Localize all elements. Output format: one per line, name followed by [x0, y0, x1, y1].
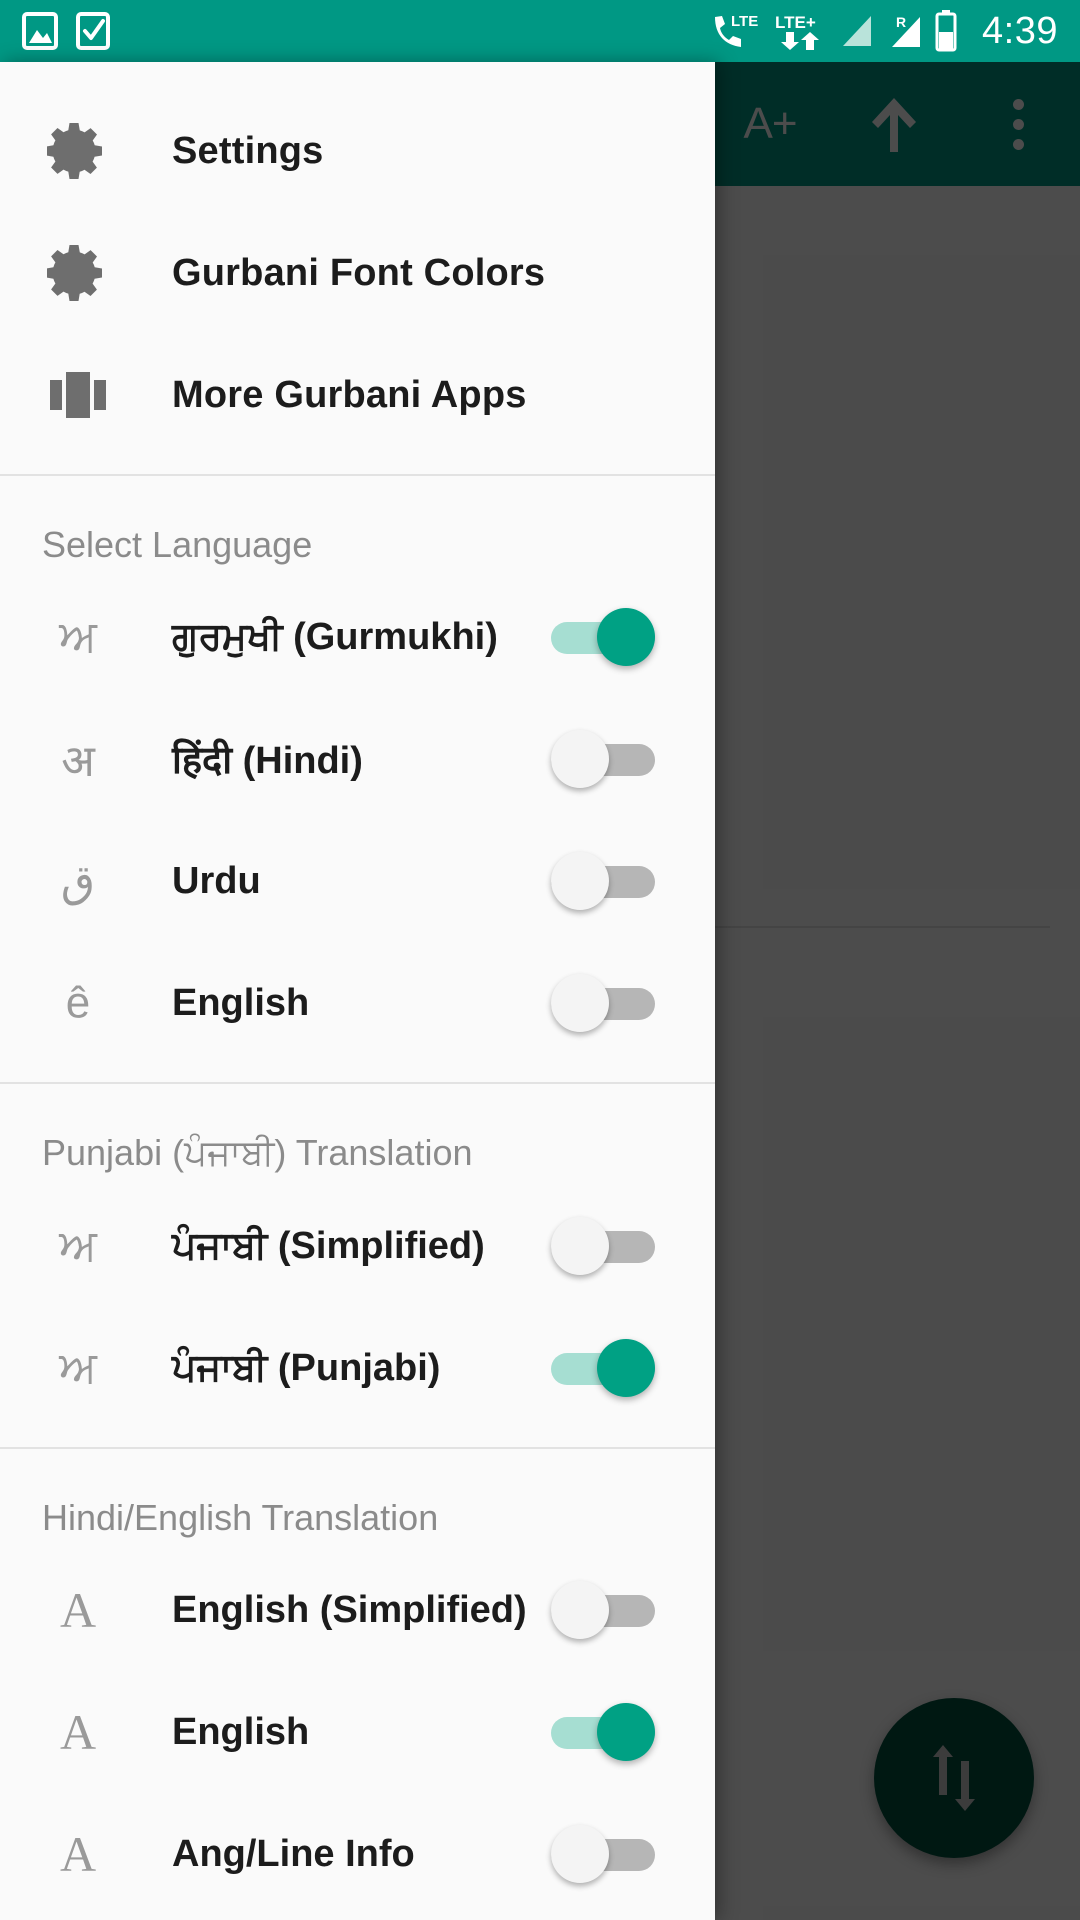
lte-plus-data-icon: LTE+ [775, 13, 820, 50]
section-title: Hindi/English Translation [42, 1497, 439, 1538]
status-bar-clock: 4:39 [982, 9, 1058, 52]
battery-icon [935, 10, 957, 52]
call-lte-icon: LTE [715, 13, 758, 47]
script-glyph-icon: ਅ [59, 612, 97, 661]
drawer-section-punjabi-translation: Punjabi (ਪੰਜਾਬੀ) Translation ਅ ਪੰਜਾਬੀ (S… [0, 1084, 715, 1449]
lang-row-label: ਪੰਜਾਬੀ (Punjabi) [172, 1346, 441, 1389]
drawer-section-hindi-english-translation: Hindi/English Translation A English (Sim… [0, 1449, 715, 1915]
toggle-hindi[interactable] [551, 730, 655, 788]
section-title: Punjabi (ਪੰਜਾਬੀ) Translation [42, 1132, 473, 1173]
toggle-ang-line-info[interactable] [551, 1825, 655, 1883]
section-title: Select Language [42, 524, 313, 565]
navigation-drawer[interactable]: Settings Gurbani Font Colors More Gurban… [0, 62, 715, 1920]
svg-text:LTE: LTE [731, 13, 758, 30]
gear-icon [40, 120, 116, 182]
script-glyph-icon: A [59, 1826, 97, 1882]
drawer-item-label: More Gurbani Apps [172, 373, 527, 416]
toggle-english-translation[interactable] [551, 1703, 655, 1761]
status-bar-notifications [22, 12, 110, 50]
script-glyph-icon: ق [60, 856, 96, 906]
lang-row-ang-line-info[interactable]: A Ang/Line Info [0, 1793, 715, 1915]
status-bar-indicators: LTE LTE+ R 4:39 [711, 10, 1058, 53]
script-glyph-icon: A [59, 1582, 97, 1638]
gear-icon [40, 242, 116, 304]
lang-row-label: Ang/Line Info [172, 1832, 415, 1875]
toggle-gurmukhi[interactable] [551, 608, 655, 666]
apps-books-icon [40, 370, 116, 420]
drawer-item-gurbani-font-colors[interactable]: Gurbani Font Colors [0, 212, 715, 334]
drawer-item-more-gurbani-apps[interactable]: More Gurbani Apps [0, 334, 715, 456]
lang-row-english-simplified[interactable]: A English (Simplified) [0, 1549, 715, 1671]
toggle-punjabi-simplified[interactable] [551, 1217, 655, 1275]
lang-row-punjabi-simplified[interactable]: ਅ ਪੰਜਾਬੀ (Simplified) [0, 1185, 715, 1307]
lang-row-english[interactable]: ê English [0, 942, 715, 1064]
lang-row-label: हिंदी (Hindi) [172, 740, 363, 782]
toggle-punjabi[interactable] [551, 1339, 655, 1397]
script-glyph-icon: अ [61, 737, 95, 786]
lang-row-label: English [172, 1710, 310, 1753]
toggle-english-simplified[interactable] [551, 1581, 655, 1639]
svg-text:R: R [896, 14, 906, 30]
toggle-english[interactable] [551, 974, 655, 1032]
lang-row-urdu[interactable]: ق Urdu [0, 820, 715, 942]
lang-row-english-translation[interactable]: A English [0, 1671, 715, 1793]
script-glyph-icon: ਅ [59, 1343, 97, 1392]
drawer-section-select-language: Select Language ਅ ਗੁਰਮੁਖੀ (Gurmukhi) अ ह… [0, 476, 715, 1084]
lang-row-hindi[interactable]: अ हिंदी (Hindi) [0, 698, 715, 820]
lang-row-label: ਗੁਰਮੁਖੀ (Gurmukhi) [172, 615, 498, 658]
svg-text:LTE+: LTE+ [775, 13, 816, 32]
script-glyph-icon: ਅ [59, 1221, 97, 1270]
drawer-menu-section: Settings Gurbani Font Colors More Gurban… [0, 62, 715, 476]
lang-row-gurmukhi[interactable]: ਅ ਗੁਰਮੁਖੀ (Gurmukhi) [0, 576, 715, 698]
lang-row-punjabi[interactable]: ਅ ਪੰਜਾਬੀ (Punjabi) [0, 1307, 715, 1429]
lang-row-label: Urdu [172, 859, 261, 902]
drawer-item-settings[interactable]: Settings [0, 90, 715, 212]
status-bar: LTE LTE+ R 4:39 [0, 0, 1080, 62]
roaming-signal-icon: R [892, 14, 921, 47]
checkbox-app-icon [76, 12, 110, 50]
drawer-item-label: Settings [172, 129, 324, 172]
script-glyph-icon: A [59, 1704, 97, 1760]
lang-row-label: ਪੰਜਾਬੀ (Simplified) [172, 1224, 485, 1267]
screen-root: A+ ਨਿਰਵੈਰੁ ਅਕਾਲ ਗਦਿ ॥ ਉਸ ਦਾ ਨਾਮ, ਹਰ ਉਸ ਦ… [0, 0, 1080, 1920]
lang-row-label: English [172, 981, 310, 1024]
drawer-item-label: Gurbani Font Colors [172, 251, 546, 294]
signal-bars-icon [843, 16, 872, 46]
script-glyph-icon: ê [65, 978, 91, 1027]
toggle-urdu[interactable] [551, 852, 655, 910]
image-icon [22, 12, 58, 50]
lang-row-label: English (Simplified) [172, 1588, 527, 1631]
